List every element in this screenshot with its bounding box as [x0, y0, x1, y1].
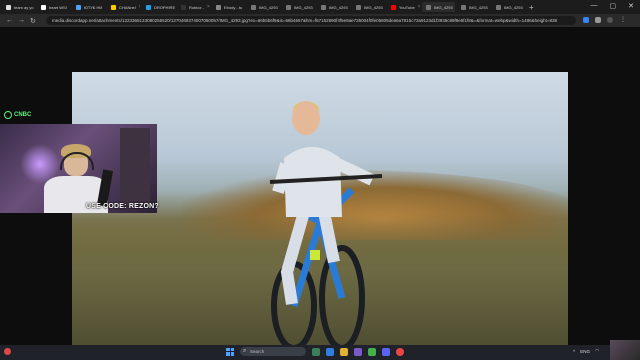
tab-favicon-icon [251, 4, 256, 10]
discord-icon[interactable] [382, 347, 390, 356]
browser-tab[interactable]: DROPHIRE × [142, 2, 175, 12]
browser-tab[interactable]: CHANnel× [107, 2, 140, 12]
browser-tab[interactable]: IMG_4293× [492, 2, 525, 12]
profile-avatar-icon[interactable] [607, 17, 613, 23]
system-tray: ^ ENG ◠ [573, 348, 604, 354]
tab-favicon-icon [146, 4, 151, 10]
window-controls: — ▢ ✕ [591, 2, 635, 10]
tab-close-icon[interactable]: × [139, 4, 140, 10]
tab-close-icon[interactable]: × [418, 4, 420, 10]
app-icon[interactable] [326, 347, 334, 356]
weather-icon [4, 348, 11, 355]
taskbar-apps: Search [226, 347, 404, 356]
tab-label: CHANnel [119, 4, 136, 10]
language-indicator[interactable]: ENG [580, 349, 590, 354]
browser-tab[interactable]: IMG_4293× [422, 2, 455, 12]
app-icon[interactable] [354, 347, 362, 356]
stream-logo: CNBC [4, 109, 46, 121]
browser-tab[interactable]: IMG_4293× [282, 2, 315, 12]
tab-favicon-icon [496, 4, 501, 10]
wifi-icon[interactable]: ◠ [595, 348, 599, 354]
tab-label: IMG_4293 [504, 4, 523, 10]
maximize-button[interactable]: ▢ [610, 2, 617, 10]
extension-icon[interactable] [595, 17, 601, 23]
microphone-arm [96, 169, 114, 207]
browser-tab[interactable]: team ay yo× [2, 2, 35, 12]
tab-label: IMG_4293 [294, 4, 313, 10]
tab-label: Ebody - tu [224, 4, 243, 10]
tab-favicon-icon [41, 4, 46, 10]
tab-favicon-icon [181, 4, 186, 10]
weather-widget[interactable] [4, 348, 11, 355]
folder-icon[interactable] [340, 347, 348, 356]
tab-favicon-icon [6, 4, 11, 10]
extension-icon[interactable] [583, 17, 589, 23]
address-bar-row: ← → ↻ media.discordapp.net/attachments/1… [0, 14, 640, 27]
browser-tab[interactable]: IMG_4293× [352, 2, 385, 12]
tab-label: Roblox - [189, 4, 204, 10]
browser-tab[interactable]: YouTube × [387, 2, 420, 12]
browser-tab[interactable]: IMG_4293× [247, 2, 280, 12]
browser-tab-strip: team ay yo×heart WSI×ЮТУБ НИ×CHANnel×DRO… [0, 0, 640, 14]
tab-favicon-icon [321, 4, 326, 10]
browser-tab[interactable]: IMG_4293× [457, 2, 490, 12]
promo-code-text: USE CODE: REZON? [86, 203, 159, 210]
menu-dots-icon[interactable]: ⋮ [620, 17, 626, 23]
tab-favicon-icon [76, 4, 81, 10]
start-button[interactable] [226, 347, 234, 356]
chrome-icon[interactable] [396, 347, 404, 356]
tab-favicon-icon [391, 4, 396, 10]
browser-tab[interactable]: Roblox - × [177, 2, 210, 12]
tab-label: DROPHIRE [154, 4, 175, 10]
close-window-button[interactable]: ✕ [628, 2, 634, 10]
tab-favicon-icon [216, 4, 221, 10]
taskbar-search[interactable]: Search [240, 347, 306, 356]
logo-badge-icon [4, 111, 12, 119]
tab-label: team ay yo [14, 4, 34, 10]
browser-tab[interactable]: IMG_4293× [317, 2, 350, 12]
browser-tab[interactable]: heart WSI× [37, 2, 70, 12]
app-icon[interactable] [368, 347, 376, 356]
windows-taskbar: Search ^ ENG ◠ [0, 345, 640, 360]
tab-label: IMG_4293 [364, 4, 383, 10]
background-shelf [120, 128, 150, 208]
webcam-overlay [0, 124, 157, 213]
tray-chevron-icon[interactable]: ^ [573, 349, 575, 354]
tab-favicon-icon [356, 4, 361, 10]
boy-on-bike-illustration [269, 101, 383, 351]
browser-tab[interactable]: ЮТУБ НИ× [72, 2, 105, 12]
tab-label: ЮТУБ НИ [84, 4, 103, 10]
photo-boy-on-bicycle [72, 72, 568, 354]
new-tab-button[interactable]: + [529, 3, 534, 12]
tab-label: heart WSI [49, 4, 67, 10]
stream-logo-text: CNBC [14, 112, 32, 118]
tab-favicon-icon [111, 4, 116, 10]
forward-arrow-icon[interactable]: → [18, 17, 25, 24]
back-arrow-icon[interactable]: ← [6, 17, 13, 24]
browser-tab[interactable]: Ebody - tu× [212, 2, 245, 12]
tab-close-icon[interactable]: × [207, 4, 210, 10]
tab-label: IMG_4293 [434, 4, 453, 10]
tab-label: YouTube [399, 4, 415, 10]
app-icon[interactable] [312, 347, 320, 356]
tab-label: IMG_4293 [259, 4, 278, 10]
corner-webcam-thumbnail [610, 340, 640, 360]
reload-icon[interactable]: ↻ [30, 17, 36, 25]
tab-label: IMG_4293 [469, 4, 488, 10]
tab-favicon-icon [461, 4, 466, 10]
url-field[interactable]: media.discordapp.net/attachments/1223365… [46, 16, 576, 25]
minimize-button[interactable]: — [591, 2, 598, 10]
tab-favicon-icon [426, 4, 431, 10]
tab-label: IMG_4293 [329, 4, 348, 10]
tab-favicon-icon [286, 4, 291, 10]
